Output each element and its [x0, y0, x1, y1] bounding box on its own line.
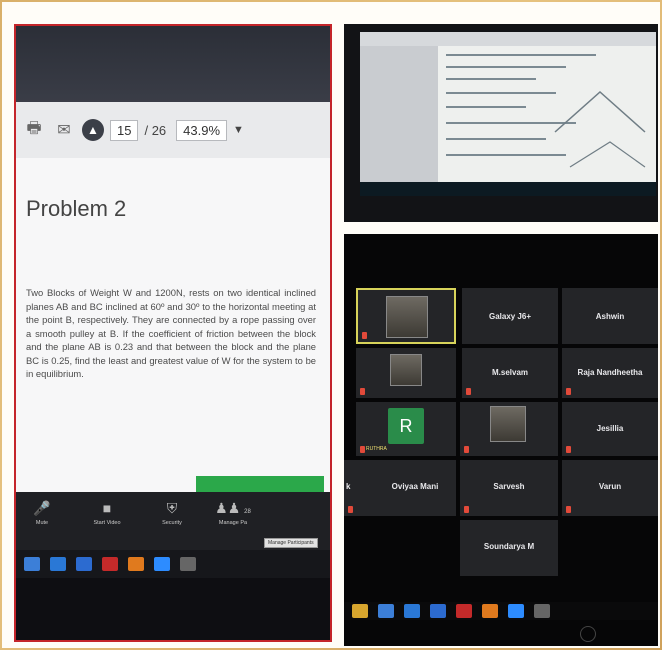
bottom-right-photo-gallery: Galaxy J6+ Ashwin M.selvam Raja Nandheet…: [344, 234, 658, 646]
mail-icon[interactable]: ✉: [52, 120, 76, 140]
participant-tile[interactable]: Sarvesh: [460, 460, 558, 516]
meeting-id-banner: [196, 476, 324, 492]
participant-tile[interactable]: M.selvam: [462, 348, 558, 398]
firefox-icon[interactable]: [482, 604, 498, 618]
left-photo-pdf-viewer: 🖶 ✉ ▲ 15 / 26 43.9% ▼ Problem 2 Two Bloc…: [14, 24, 332, 642]
app-icon[interactable]: [76, 557, 92, 571]
mic-off-icon: [362, 332, 367, 339]
edge-icon[interactable]: [50, 557, 66, 571]
participant-tile[interactable]: [356, 348, 456, 398]
pdf-reader-icon[interactable]: [102, 557, 118, 571]
mic-off-icon: [464, 506, 469, 513]
page-up-icon[interactable]: ▲: [82, 119, 104, 141]
windows-start-icon[interactable]: [378, 604, 394, 618]
participant-tile[interactable]: Raja Nandheetha: [562, 348, 658, 398]
windows-taskbar: [16, 550, 330, 578]
folder-icon[interactable]: [534, 604, 550, 618]
page-number-input[interactable]: 15: [110, 119, 139, 141]
windows-start-icon[interactable]: [24, 557, 40, 571]
start-video-button[interactable]: ■ Start Video: [68, 500, 146, 526]
participant-video: [490, 406, 526, 442]
avatar: R: [388, 408, 424, 444]
participant-tile[interactable]: k Oviyaa Mani: [344, 460, 456, 516]
problem-title: Problem 2: [26, 196, 127, 221]
monitor-taskbar: [360, 182, 656, 196]
manage-participants-button[interactable]: ♟♟ 28 Manage Pa: [198, 500, 268, 526]
mic-off-icon: [566, 388, 571, 395]
participants-count: 28: [244, 509, 251, 515]
problem-text: Two Blocks of Weight W and 1200N, rests …: [26, 287, 316, 379]
folder-icon[interactable]: [180, 557, 196, 571]
page-total: / 26: [144, 122, 167, 138]
participant-tile-active-speaker[interactable]: [356, 288, 456, 344]
edge-icon[interactable]: [404, 604, 420, 618]
windows-taskbar-gallery: [344, 602, 658, 620]
mic-off-icon: [360, 446, 365, 453]
shield-icon: ⛨: [166, 500, 178, 516]
participant-video: [386, 296, 428, 338]
mic-off-icon: [464, 446, 469, 453]
participant-tile[interactable]: [460, 402, 558, 456]
zoom-dropdown-icon[interactable]: ▼: [233, 124, 244, 136]
participant-tile[interactable]: Ashwin: [562, 288, 658, 344]
participant-label: RUTHRA: [366, 446, 387, 452]
app-icon[interactable]: [430, 604, 446, 618]
participant-video: [390, 354, 422, 386]
pulley-diagram: [554, 90, 646, 168]
zoom-input[interactable]: 43.9%: [176, 119, 228, 141]
video-icon: ■: [102, 500, 112, 516]
manage-participants-tooltip: Manage Participants: [264, 538, 318, 548]
mic-off-icon: [566, 446, 571, 453]
zoom-icon[interactable]: [508, 604, 524, 618]
mute-button[interactable]: 🎤 Mute: [16, 500, 68, 526]
monitor-top-bezel: [16, 26, 330, 102]
folder-icon[interactable]: [352, 604, 368, 618]
participant-tile[interactable]: Varun: [562, 460, 658, 516]
pdf-page: Problem 2 Two Blocks of Weight W and 120…: [16, 158, 330, 518]
security-button[interactable]: ⛨ Security: [146, 500, 198, 526]
document-screen: [360, 32, 656, 182]
document-ribbon: [360, 32, 656, 46]
participant-tile[interactable]: Soundarya M: [460, 520, 558, 576]
participant-tile[interactable]: R RUTHRA: [356, 402, 456, 456]
hp-logo: [580, 626, 596, 642]
participants-icon: ♟♟ 28: [215, 500, 251, 516]
mic-off-icon: [566, 506, 571, 513]
top-right-photo-document: [344, 24, 658, 222]
pdf-toolbar: 🖶 ✉ ▲ 15 / 26 43.9% ▼: [16, 102, 330, 158]
microphone-icon: 🎤: [33, 500, 51, 516]
mic-off-icon: [348, 506, 353, 513]
mic-off-icon: [466, 388, 471, 395]
pdf-reader-icon[interactable]: [456, 604, 472, 618]
zoom-icon[interactable]: [154, 557, 170, 571]
print-icon[interactable]: 🖶: [22, 120, 46, 140]
participant-tile[interactable]: Galaxy J6+: [462, 288, 558, 344]
participant-tile[interactable]: Jesillia: [562, 402, 658, 456]
firefox-icon[interactable]: [128, 557, 144, 571]
mic-off-icon: [360, 388, 365, 395]
document-sidebar: [360, 46, 438, 182]
